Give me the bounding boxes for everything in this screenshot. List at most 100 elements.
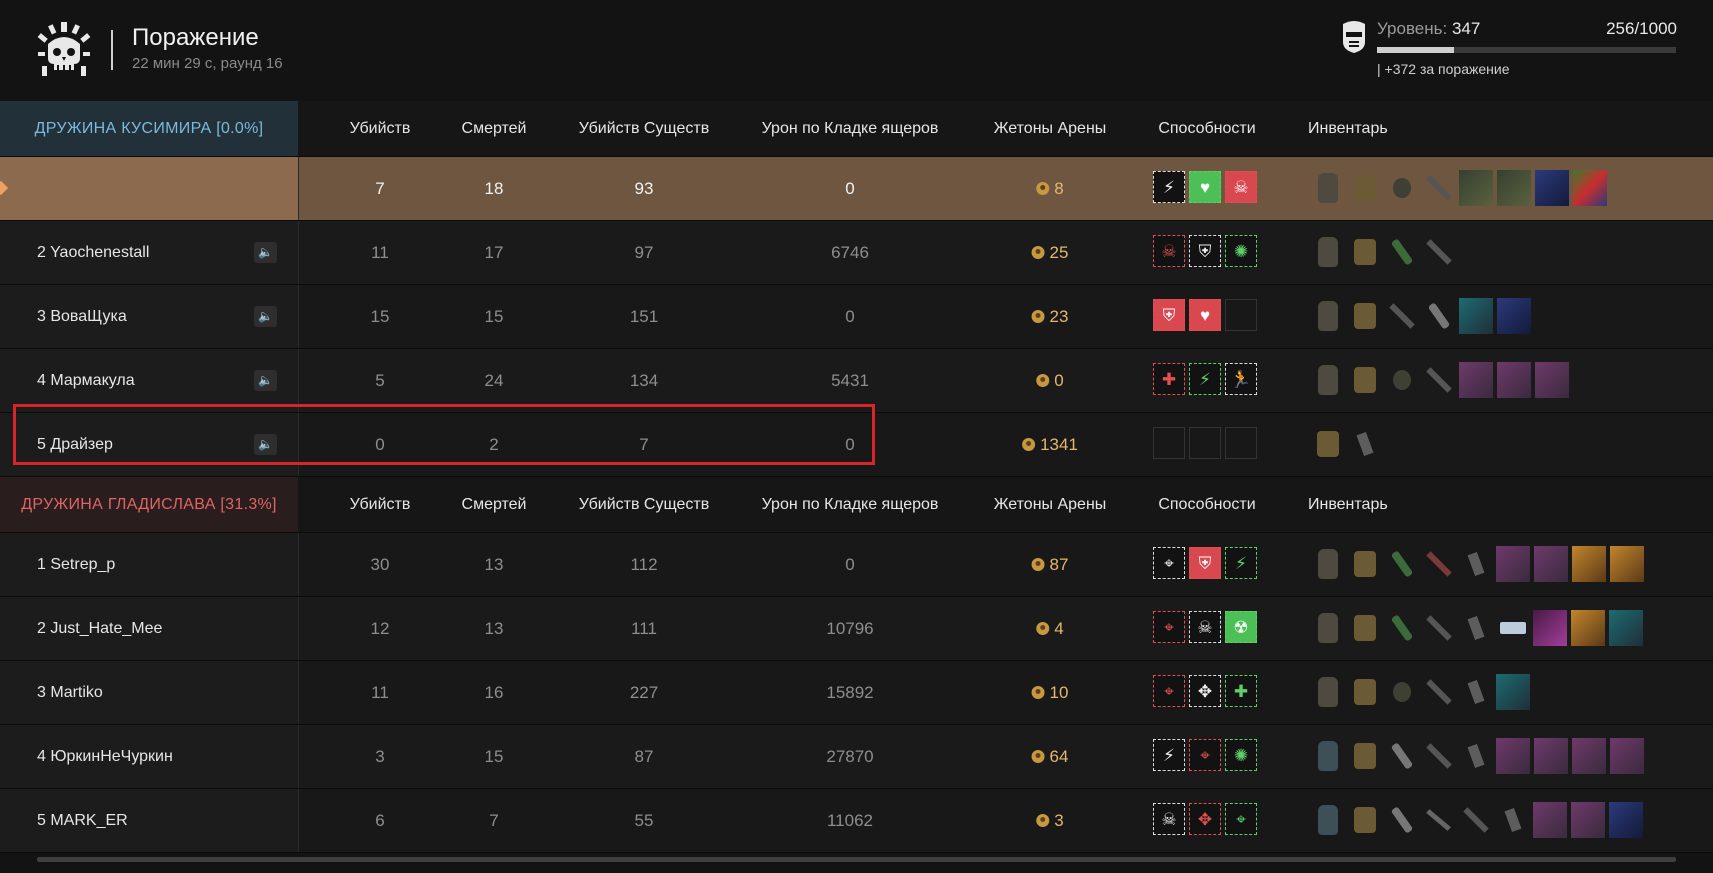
crosshair-ability-icon[interactable]: ⌖ <box>1153 547 1185 579</box>
armor-item-icon[interactable] <box>1497 170 1531 206</box>
player-row[interactable]: 5 MARK_ER 6 7 55 11062 3 ☠ ✥ ⌖ <box>0 789 1713 853</box>
backpack-icon[interactable] <box>1348 170 1381 206</box>
weapon-item-icon[interactable] <box>1571 802 1605 838</box>
grenade-icon[interactable] <box>1385 674 1418 710</box>
shield-ability-icon[interactable]: ⛨ <box>1189 235 1221 267</box>
cloak-item-icon[interactable] <box>1497 298 1531 334</box>
empty-ability-slot[interactable] <box>1189 427 1221 459</box>
horizontal-scrollbar[interactable] <box>37 857 1676 862</box>
heal-ability-icon[interactable]: ♥ <box>1189 171 1221 203</box>
rifle-icon[interactable] <box>1422 546 1455 582</box>
crosshair-ability-icon[interactable]: ⌖ <box>1225 803 1257 835</box>
wings-ability-icon[interactable]: ✥ <box>1189 675 1221 707</box>
backpack-icon[interactable] <box>1348 610 1381 646</box>
armor-icon[interactable] <box>1311 298 1344 334</box>
pistol-icon[interactable] <box>1459 738 1492 774</box>
pistol-icon[interactable] <box>1459 546 1492 582</box>
rifle-icon[interactable] <box>1422 170 1455 206</box>
backpack-icon[interactable] <box>1348 674 1381 710</box>
dash-ability-icon[interactable]: ⚡ <box>1225 547 1257 579</box>
skull-ability-icon[interactable]: ☠ <box>1153 235 1185 267</box>
armor-item-icon[interactable] <box>1496 546 1530 582</box>
armor-icon[interactable] <box>1311 546 1344 582</box>
backpack-icon[interactable] <box>1311 426 1344 462</box>
backpack-icon[interactable] <box>1348 738 1381 774</box>
armor-icon[interactable] <box>1311 802 1344 838</box>
launcher-icon[interactable] <box>1422 298 1455 334</box>
launcher-icon[interactable] <box>1385 802 1418 838</box>
rifle-icon[interactable] <box>1385 298 1418 334</box>
shield-plus-ability-icon[interactable]: ⛨ <box>1189 547 1221 579</box>
player-row[interactable]: 1 Setrep_p 30 13 112 0 87 ⌖ ⛨ ⚡ <box>0 533 1713 597</box>
empty-ability-slot[interactable] <box>1225 427 1257 459</box>
pistol-icon[interactable] <box>1496 802 1529 838</box>
weapon-item-icon[interactable] <box>1497 362 1531 398</box>
boots-item-icon[interactable] <box>1572 546 1606 582</box>
armor-icon[interactable] <box>1311 362 1344 398</box>
armor-icon[interactable] <box>1311 674 1344 710</box>
armor-icon[interactable] <box>1311 738 1344 774</box>
armor-item-icon[interactable] <box>1496 738 1530 774</box>
skull-wings-ability-icon[interactable]: ☠ <box>1153 803 1185 835</box>
player-row[interactable]: 4 Мармакула 🔈 5 24 134 5431 0 ✚ ⚡ 🏃 <box>0 349 1713 413</box>
speaker-icon[interactable]: 🔈 <box>254 242 277 263</box>
dash-ability-icon[interactable]: ⚡ <box>1153 171 1185 203</box>
armor-icon[interactable] <box>1311 234 1344 270</box>
rifle-icon[interactable] <box>1422 362 1455 398</box>
radiation-ability-icon[interactable]: ☢ <box>1225 611 1257 643</box>
rifle-icon[interactable] <box>1422 674 1455 710</box>
backpack-icon[interactable] <box>1348 802 1381 838</box>
heal-ability-icon[interactable]: ♥ <box>1189 299 1221 331</box>
weapon-item-icon[interactable] <box>1534 546 1568 582</box>
backpack-icon[interactable] <box>1348 298 1381 334</box>
armor-icon[interactable] <box>1311 610 1344 646</box>
weapon-item-icon[interactable] <box>1459 362 1493 398</box>
rifle-icon[interactable] <box>1459 802 1492 838</box>
rifle-icon[interactable] <box>1422 610 1455 646</box>
knife-icon[interactable] <box>1422 802 1455 838</box>
book-item-icon[interactable] <box>1610 546 1644 582</box>
armor-icon[interactable] <box>1311 170 1344 206</box>
pistol-icon[interactable] <box>1459 610 1492 646</box>
backpack-icon[interactable] <box>1348 546 1381 582</box>
player-row[interactable]: 2 Just_Hate_Mee 12 13 111 10796 4 ⌖ ☠ ☢ <box>0 597 1713 661</box>
special-item-icon[interactable] <box>1573 170 1607 206</box>
crosshair-ability-icon[interactable]: ⌖ <box>1153 611 1185 643</box>
launcher-icon[interactable] <box>1385 738 1418 774</box>
launcher-icon[interactable] <box>1385 234 1418 270</box>
pistol-icon[interactable] <box>1348 426 1381 462</box>
device-icon[interactable] <box>1496 610 1529 646</box>
player-row[interactable]: 7 18 93 0 8 ⚡ ♥ ☠ <box>0 157 1713 221</box>
weapon-item-icon[interactable] <box>1534 738 1568 774</box>
wings-ability-icon[interactable]: ✥ <box>1189 803 1221 835</box>
medkit-ability-icon[interactable]: ✚ <box>1225 675 1257 707</box>
speaker-icon[interactable]: 🔈 <box>254 306 277 327</box>
rifle-icon[interactable] <box>1422 234 1455 270</box>
empty-ability-slot[interactable] <box>1153 427 1185 459</box>
weapon-item-icon[interactable] <box>1572 738 1606 774</box>
shield-plus-ability-icon[interactable]: ⛨ <box>1153 299 1185 331</box>
backpack-icon[interactable] <box>1348 362 1381 398</box>
weapon-item-icon[interactable] <box>1533 610 1567 646</box>
armor-item-icon[interactable] <box>1610 738 1644 774</box>
wings-ability-icon[interactable]: ✺ <box>1225 739 1257 771</box>
player-row[interactable]: 2 Yaochenestall 🔈 11 17 97 6746 25 ☠ ⛨ ✺ <box>0 221 1713 285</box>
armor-item-icon[interactable] <box>1535 362 1569 398</box>
empty-ability-slot[interactable] <box>1225 299 1257 331</box>
blade-item-icon[interactable] <box>1459 298 1493 334</box>
skull-wings-ability-icon[interactable]: ☠ <box>1189 611 1221 643</box>
launcher-icon[interactable] <box>1385 610 1418 646</box>
player-row[interactable]: 3 ВоваЩука 🔈 15 15 151 0 23 ⛨ ♥ <box>0 285 1713 349</box>
blade-item-icon[interactable] <box>1609 610 1643 646</box>
launcher-icon[interactable] <box>1385 546 1418 582</box>
player-row[interactable]: 4 ЮркинНеЧуркин 3 15 87 27870 64 ⚡ ⌖ ✺ <box>0 725 1713 789</box>
cloak-item-icon[interactable] <box>1609 802 1643 838</box>
weapon-item-icon[interactable] <box>1533 802 1567 838</box>
armor-item-icon[interactable] <box>1459 170 1493 206</box>
cloak-item-icon[interactable] <box>1535 170 1569 206</box>
skull-ability-icon[interactable]: ☠ <box>1225 171 1257 203</box>
grenade-icon[interactable] <box>1385 362 1418 398</box>
crosshair-ability-icon[interactable]: ⌖ <box>1189 739 1221 771</box>
dash-ability-icon[interactable]: ⚡ <box>1153 739 1185 771</box>
player-row[interactable]: 3 Martiko 11 16 227 15892 10 ⌖ ✥ ✚ <box>0 661 1713 725</box>
